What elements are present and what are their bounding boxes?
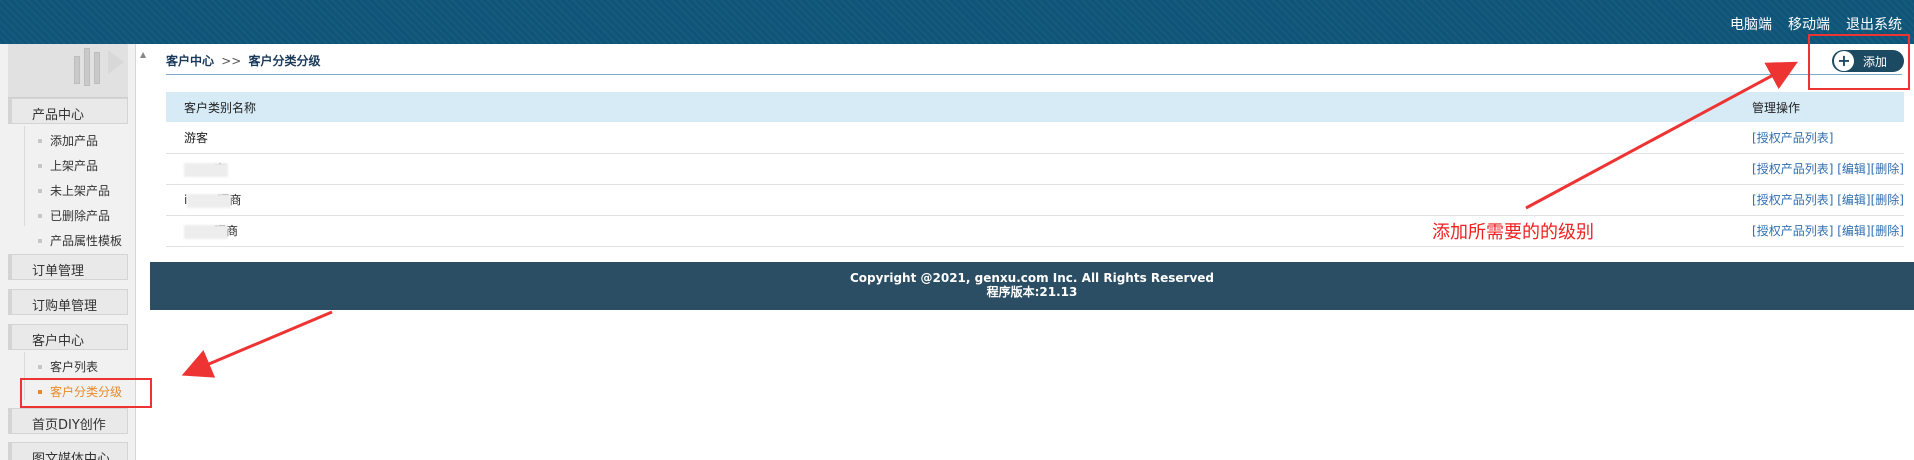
arrow-to-add-button bbox=[1525, 61, 1798, 210]
arrow-to-sidebar-item bbox=[181, 310, 333, 378]
app: 电脑端 移动端 退出系统 产品中心 添加产品 上架产品 未上架产品 已删除产品 … bbox=[0, 0, 1914, 460]
annotation-arrows bbox=[181, 61, 1798, 378]
